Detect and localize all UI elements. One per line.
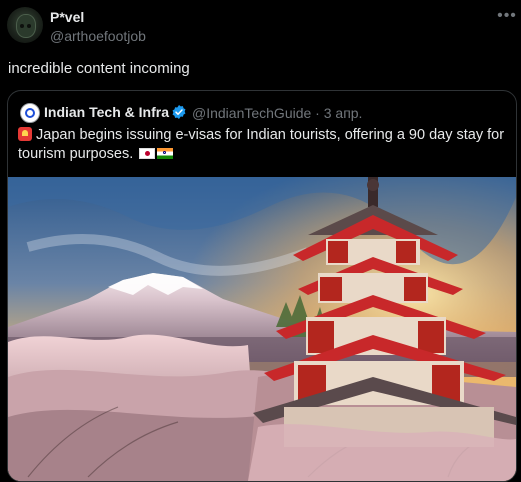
tweet[interactable]: P*vel @arthoefootjob ••• incredible cont… [0, 0, 521, 482]
author-name[interactable]: P*vel [50, 9, 84, 25]
tweet-text: incredible content incoming [8, 60, 190, 77]
avatar-face [16, 14, 36, 38]
quoted-tweet-text: Japan begins issuing e-visas for Indian … [18, 126, 506, 164]
quoted-tweet-photo[interactable] [8, 177, 516, 481]
india-flag-icon [157, 148, 174, 159]
more-horizontal-icon: ••• [497, 7, 517, 24]
verified-badge-icon [172, 105, 186, 119]
author-avatar[interactable] [7, 7, 43, 43]
quoted-author-avatar[interactable] [20, 103, 40, 123]
quoted-author-name[interactable]: Indian Tech & Infra [44, 104, 169, 120]
more-options-button[interactable]: ••• [496, 7, 518, 25]
quoted-author-handle-time[interactable]: @IndianTechGuide · 3 апр. [192, 105, 362, 121]
japan-flag-icon [139, 148, 156, 159]
quoted-tweet[interactable]: Indian Tech & Infra @IndianTechGuide · 3… [7, 90, 517, 482]
quoted-tweet-body: Japan begins issuing e-visas for Indian … [18, 127, 505, 162]
siren-icon [18, 127, 32, 141]
author-handle[interactable]: @arthoefootjob [50, 28, 146, 44]
